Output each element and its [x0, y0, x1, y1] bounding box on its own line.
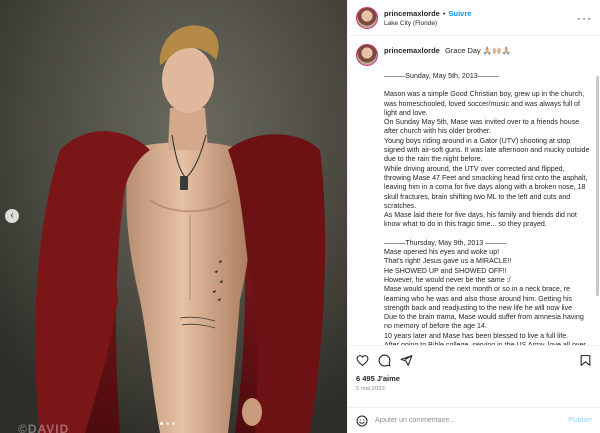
chevron-left-icon[interactable]: ‹ [5, 209, 19, 223]
post-header: princemaxlorde • Suivre Lake City (Flori… [348, 0, 600, 36]
caption-line: Mase opened his eyes and woke up! [384, 248, 500, 257]
caption-line: However, he would never be the same :/ [384, 275, 511, 284]
caption-title-text: Grace Day 🙏🏼🙌🏼🙏🏼 [444, 46, 511, 55]
caption-line: Young boys riding around in a Gator (UTV… [384, 136, 590, 164]
carousel-dot [172, 422, 175, 425]
caption-username[interactable]: princemaxlorde [384, 46, 440, 55]
caption-scroll-area[interactable]: princemaxlorde Grace Day 🙏🏼🙌🏼🙏🏼 ———Sunda… [348, 36, 600, 345]
likes-label: J'aime [376, 374, 400, 383]
caption-line: That's right! Jesus gave us a MIRACLE!! [384, 257, 512, 266]
caption-line: After going to Bible college, serving in… [384, 341, 592, 345]
carousel-dot [166, 422, 169, 425]
photo-watermark: ©DAVID [18, 422, 70, 433]
caption-line: Mason was a simple Good Christian boy, g… [384, 90, 585, 117]
caption-line: On Sunday May 5th, Mase was invited over… [384, 118, 580, 136]
caption-body: ———Sunday, May 5th, 2013——— Mason was a s… [384, 72, 592, 345]
post-photo[interactable]: ‹ ©DAVID [0, 0, 347, 433]
caption-line: As Mase laid there for five days, his fa… [384, 211, 577, 229]
comment-bar: Publier [348, 407, 600, 433]
header-meta: princemaxlorde • Suivre Lake City (Flori… [384, 9, 471, 27]
bookmark-icon[interactable] [579, 354, 592, 367]
caption-line: Mase would spend the next month or so in… [384, 285, 573, 312]
caption-line: ———Thursday, May 9th, 2013 ——— [384, 238, 507, 247]
post-date: 5 mai 2023 [356, 386, 385, 392]
comment-input[interactable] [375, 417, 569, 424]
caption-line: While driving around, the UTV over corre… [384, 164, 588, 210]
caption-header: princemaxlorde Grace Day 🙏🏼🙌🏼🙏🏼 [356, 44, 592, 66]
caption-title: princemaxlorde Grace Day 🙏🏼🙌🏼🙏🏼 [384, 44, 511, 55]
emoji-icon[interactable] [356, 415, 368, 427]
share-icon[interactable] [400, 354, 413, 367]
heart-icon[interactable] [356, 354, 369, 367]
caption-line: He SHOWED UP and SHOWED OFF!! [384, 266, 507, 275]
more-horizontal-icon[interactable]: ··· [577, 12, 592, 24]
carousel-dot [160, 422, 163, 425]
likes-number: 6 495 [356, 374, 375, 383]
post-side-panel: princemaxlorde • Suivre Lake City (Flori… [347, 0, 600, 433]
location-link[interactable]: Lake City (Floride) [384, 20, 471, 27]
instagram-post: ‹ ©DAVID princemaxlorde • Suivre Lake Ci… [0, 0, 600, 433]
username-link[interactable]: princemaxlorde [384, 9, 440, 18]
portrait-illustration [0, 0, 347, 433]
avatar[interactable] [356, 6, 378, 29]
follow-button[interactable]: Suivre [449, 9, 472, 18]
avatar[interactable] [356, 44, 378, 66]
caption-line: Due to the brain trama, Mase would suffe… [384, 313, 584, 331]
likes-count[interactable]: 6 495 J'aime [356, 374, 592, 383]
separator-dot: • [442, 8, 446, 18]
comment-icon[interactable] [378, 354, 391, 367]
action-icons [356, 352, 592, 368]
scrollbar[interactable] [596, 76, 599, 296]
caption-line: 10 years later and Mase has been blessed… [384, 331, 569, 340]
carousel-dots [160, 422, 175, 425]
caption-line: ———Sunday, May 5th, 2013——— [384, 72, 499, 80]
header-row: princemaxlorde • Suivre [384, 9, 471, 18]
publish-button[interactable]: Publier [568, 417, 592, 424]
post-actions: 6 495 J'aime 5 mai 2023 [348, 345, 600, 407]
